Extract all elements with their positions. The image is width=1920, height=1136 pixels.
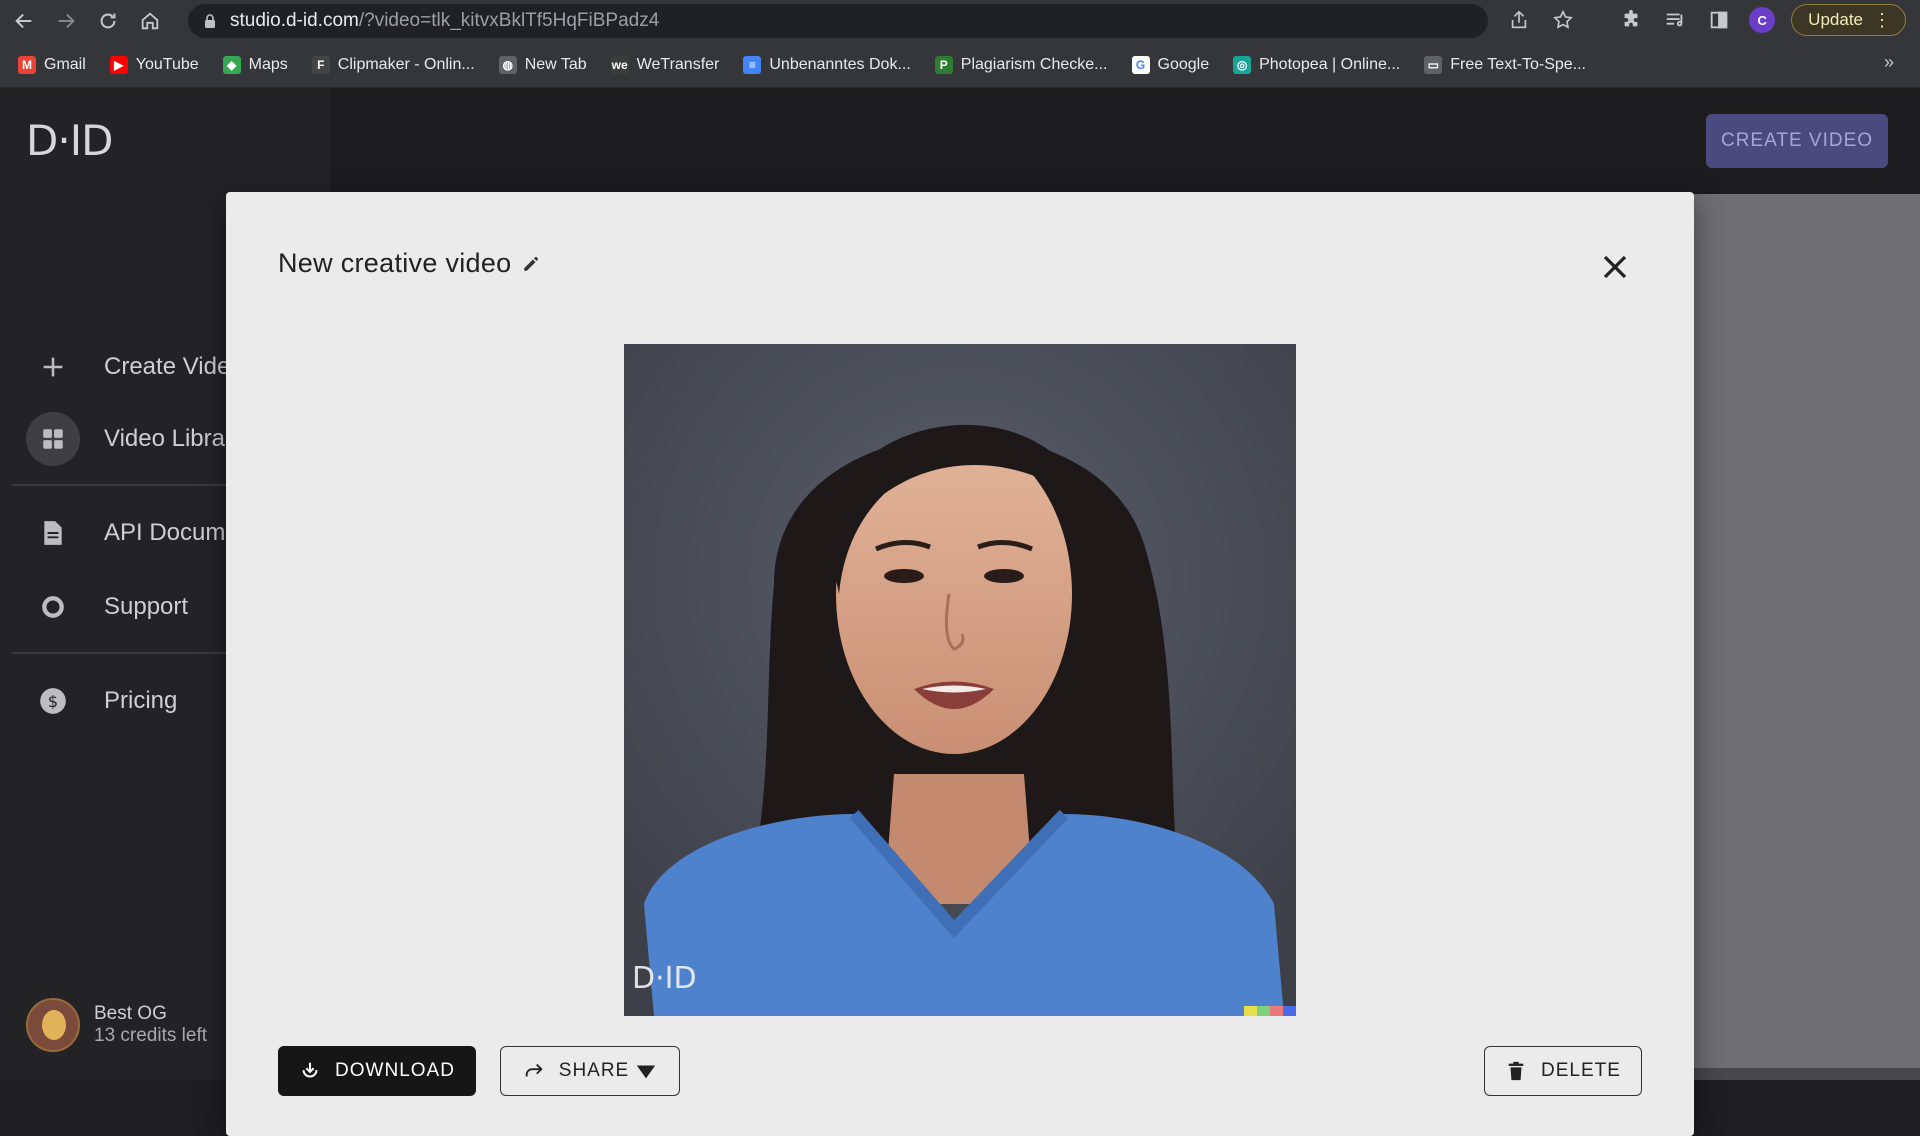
youtube-icon: ▶ <box>109 55 128 74</box>
credits-left: 13 credits left <box>94 1025 207 1046</box>
sidebar-item-pricing[interactable]: $ Pricing <box>26 674 177 728</box>
bookmark-item[interactable]: P Plagiarism Checke... <box>934 55 1108 74</box>
svg-text:$: $ <box>48 692 58 711</box>
video-modal: New creative video D·ID DOWNLOAD SHARE D… <box>226 192 1694 1136</box>
create-video-button[interactable]: CREATE VIDEO <box>1706 114 1888 168</box>
sidebar-item-create-video[interactable]: Create Video <box>26 340 244 394</box>
media-control-icon[interactable] <box>1661 6 1689 34</box>
bookmarks-bar: M Gmail ▶ YouTube ◆ Maps F Clipmaker - Onlin...… <box>0 42 1920 88</box>
bookmark-item[interactable]: ◆ Maps <box>222 55 288 74</box>
forward-icon[interactable] <box>48 3 84 39</box>
bookmark-item[interactable]: F Clipmaker - Onlin... <box>311 55 475 74</box>
bookmark-item[interactable]: ▭ Free Text-To-Spe... <box>1424 55 1586 74</box>
download-button[interactable]: DOWNLOAD <box>278 1046 476 1096</box>
app: D·ID Create Video Video Library API Docu… <box>0 88 1920 1136</box>
gmail-icon: M <box>18 55 36 74</box>
globe-icon: ◍ <box>498 55 517 74</box>
browser-toolbar: studio.d-id.com/?video=tlk_kitvxBklTf5Hq… <box>0 0 1920 42</box>
bookmark-label: Google <box>1157 55 1210 73</box>
update-label: Update <box>1808 10 1863 29</box>
did-logo[interactable]: D·ID <box>26 116 113 165</box>
dollar-icon: $ <box>26 674 80 728</box>
bookmark-item[interactable]: ▶ YouTube <box>109 55 199 74</box>
bookmark-label: Clipmaker - Onlin... <box>337 55 475 73</box>
page-icon: ▭ <box>1424 55 1443 74</box>
plus-icon <box>26 340 80 394</box>
share-label: SHARE <box>558 1060 630 1081</box>
user-name: Best OG <box>94 1003 167 1024</box>
bookmark-label: Plagiarism Checke... <box>960 55 1108 73</box>
sidebar-item-label: Pricing <box>104 687 178 714</box>
address-bar[interactable]: studio.d-id.com/?video=tlk_kitvxBklTf5Hq… <box>188 4 1488 38</box>
video-color-bar <box>1244 1006 1296 1016</box>
document-icon <box>26 506 80 560</box>
video-frame-avatar <box>624 344 1296 1016</box>
delete-label: DELETE <box>1541 1060 1621 1081</box>
sidebar-item-video-library[interactable]: Video Library <box>26 412 245 466</box>
url-path: /?video=tlk_kitvxBklTf5HqFiBPadz4 <box>358 10 660 31</box>
url-host: studio.d-id.com <box>230 10 359 31</box>
video-watermark: D·ID <box>632 961 697 996</box>
bookmark-item[interactable]: ◎ Photopea | Online... <box>1233 55 1401 74</box>
home-icon[interactable] <box>132 3 168 39</box>
docs-icon: ≡ <box>743 55 762 74</box>
share-arrow-icon <box>525 1063 543 1077</box>
video-title[interactable]: New creative video <box>278 248 512 279</box>
bookmark-item[interactable]: we WeTransfer <box>610 55 720 74</box>
trash-icon <box>1508 1061 1524 1081</box>
modal-title: New creative video <box>278 248 540 279</box>
bookmark-label: WeTransfer <box>636 55 720 73</box>
sidebar-item-label: Create Video <box>104 353 244 380</box>
share-page-icon[interactable] <box>1505 6 1533 34</box>
reload-icon[interactable] <box>90 3 126 39</box>
bookmark-item[interactable]: G Google <box>1131 55 1210 74</box>
maps-icon: ◆ <box>222 55 241 74</box>
download-label: DOWNLOAD <box>335 1060 455 1081</box>
bookmark-label: Unbenanntes Dok... <box>769 55 911 73</box>
bookmark-label: New Tab <box>524 55 587 73</box>
bookmark-label: Photopea | Online... <box>1259 55 1401 73</box>
sidebar-item-support[interactable]: Support <box>26 580 188 634</box>
download-icon <box>302 1062 318 1078</box>
bookmarks-overflow-icon[interactable]: » <box>1884 52 1894 73</box>
grid-icon <box>26 412 80 466</box>
sidebar-item-label: Support <box>104 593 189 620</box>
share-button[interactable]: SHARE <box>500 1046 680 1096</box>
video-player[interactable]: D·ID <box>624 344 1296 1016</box>
lifebuoy-icon <box>26 580 80 634</box>
bookmark-label: Maps <box>248 55 288 73</box>
avatar <box>26 998 80 1052</box>
wetransfer-icon: we <box>610 55 629 74</box>
plagiarism-icon: P <box>934 55 953 74</box>
extensions-icon[interactable] <box>1617 6 1645 34</box>
bookmark-label: YouTube <box>135 55 199 73</box>
bookmark-label: Free Text-To-Spe... <box>1450 55 1586 73</box>
clipmaker-icon: F <box>311 55 330 74</box>
profile-avatar[interactable]: C <box>1749 7 1776 33</box>
caret-down-icon <box>637 1065 656 1079</box>
bookmark-label: Gmail <box>44 55 86 73</box>
bookmark-item[interactable]: M Gmail <box>18 55 86 74</box>
update-button[interactable]: Update ⋮ <box>1791 4 1906 36</box>
bookmark-star-icon[interactable] <box>1549 6 1577 34</box>
main-header: CREATE VIDEO <box>330 88 1920 194</box>
edit-pencil-icon[interactable] <box>522 255 540 273</box>
bookmark-item[interactable]: ◍ New Tab <box>498 55 587 74</box>
side-panel-icon[interactable] <box>1705 6 1733 34</box>
photopea-icon: ◎ <box>1233 55 1252 74</box>
bookmark-item[interactable]: ≡ Unbenanntes Dok... <box>743 55 911 74</box>
back-icon[interactable] <box>6 3 42 39</box>
user-profile[interactable]: Best OG 13 credits left <box>26 998 207 1052</box>
lock-icon <box>205 14 215 28</box>
sidebar-item-label: Video Library <box>104 425 245 452</box>
google-icon: G <box>1131 55 1150 74</box>
close-icon[interactable] <box>1600 252 1630 282</box>
kebab-menu-icon: ⋮ <box>1873 9 1891 30</box>
delete-button[interactable]: DELETE <box>1484 1046 1642 1096</box>
